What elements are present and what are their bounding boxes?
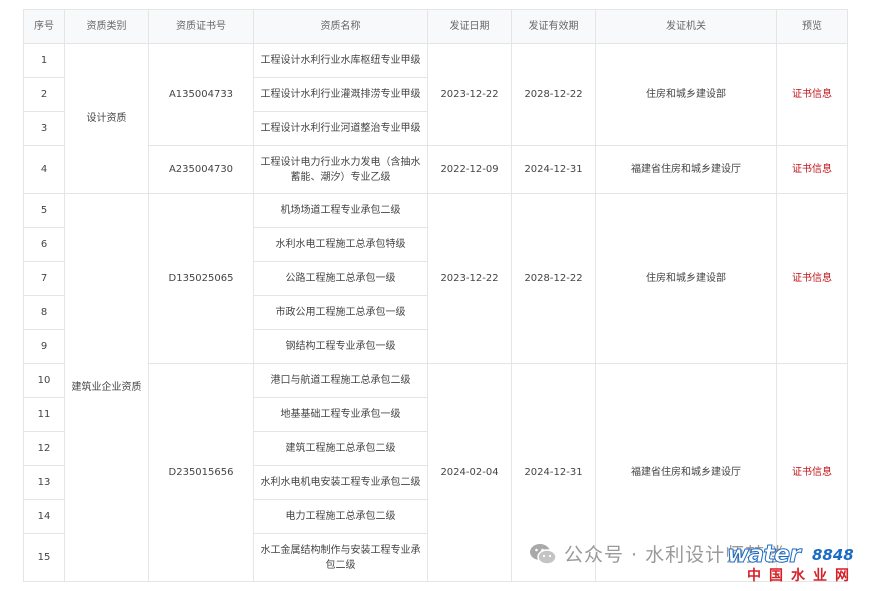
valid-until-cell: 2024-12-31	[511, 145, 596, 194]
header-valid-until: 发证有效期	[511, 9, 596, 44]
header-preview: 预览	[776, 9, 848, 44]
row-index: 10	[23, 363, 65, 398]
preview-cell: 证书信息	[776, 145, 848, 194]
row-index: 9	[23, 329, 65, 364]
row-index: 14	[23, 499, 65, 534]
header-name: 资质名称	[253, 9, 428, 44]
water8848-logo: water 8848 中国水业网	[715, 540, 867, 590]
cert-no-cell: A135004733	[148, 43, 254, 146]
qual-name-cell: 港口与航道工程施工总承包二级	[253, 363, 428, 398]
qual-name-cell: 水工金属结构制作与安装工程专业承包二级	[253, 533, 428, 582]
row-index: 8	[23, 295, 65, 330]
cert-info-link[interactable]: 证书信息	[792, 89, 832, 100]
cert-info-link[interactable]: 证书信息	[792, 273, 832, 284]
qual-name-cell: 工程设计水利行业水库枢纽专业甲级	[253, 43, 428, 78]
qual-name-cell: 水利水电机电安装工程专业承包二级	[253, 465, 428, 500]
table-row: 1 设计资质 A135004733 工程设计水利行业水库枢纽专业甲级 2023-…	[23, 43, 848, 194]
table-row: 5 建筑业企业资质 D135025065 机场场道工程专业承包二级 2023-1…	[23, 193, 848, 582]
row-index: 2	[23, 77, 65, 112]
row-index: 4	[23, 145, 65, 194]
qual-name-cell: 电力工程施工总承包二级	[253, 499, 428, 534]
row-index: 1	[23, 43, 65, 78]
header-authority: 发证机关	[595, 9, 777, 44]
table-header-row: 序号 资质类别 资质证书号 资质名称 发证日期 发证有效期 发证机关 预览	[23, 9, 848, 44]
qual-name-cell: 机场场道工程专业承包二级	[253, 193, 428, 228]
cert-no-cell: D135025065	[148, 193, 254, 364]
wechat-icon	[530, 543, 557, 565]
cert-no-cell: D235015656	[148, 363, 254, 582]
row-index: 6	[23, 227, 65, 262]
logo-number: 8848	[812, 546, 854, 564]
qual-name-cell: 工程设计水利行业灌溉排涝专业甲级	[253, 77, 428, 112]
issue-date-cell: 2023-12-22	[427, 193, 512, 364]
logo-word: water	[727, 540, 802, 569]
row-index: 3	[23, 111, 65, 146]
qual-name-cell: 水利水电工程施工总承包特级	[253, 227, 428, 262]
row-index: 5	[23, 193, 65, 228]
issue-date-cell: 2023-12-22	[427, 43, 512, 146]
valid-until-cell: 2028-12-22	[511, 193, 596, 364]
qual-name-cell: 市政公用工程施工总承包一级	[253, 295, 428, 330]
row-index: 12	[23, 431, 65, 466]
authority-cell: 住房和城乡建设部	[595, 193, 777, 364]
cert-info-link[interactable]: 证书信息	[792, 164, 832, 175]
issue-date-cell: 2022-12-09	[427, 145, 512, 194]
row-index: 11	[23, 397, 65, 432]
authority-cell: 福建省住房和城乡建设厅	[595, 145, 777, 194]
header-index: 序号	[23, 9, 65, 44]
authority-cell: 住房和城乡建设部	[595, 43, 777, 146]
qualification-table: 序号 资质类别 资质证书号 资质名称 发证日期 发证有效期 发证机关 预览 1 …	[23, 9, 848, 582]
qual-name-cell: 钢结构工程专业承包一级	[253, 329, 428, 364]
row-index: 7	[23, 261, 65, 296]
logo-chinese: 中国水业网	[747, 568, 857, 584]
category-cell: 建筑业企业资质	[64, 193, 149, 582]
category-cell: 设计资质	[64, 43, 149, 194]
cert-info-link[interactable]: 证书信息	[792, 467, 832, 478]
issue-date-cell: 2024-02-04	[427, 363, 512, 582]
qual-name-cell: 建筑工程施工总承包二级	[253, 431, 428, 466]
cert-no-cell: A235004730	[148, 145, 254, 194]
valid-until-cell: 2028-12-22	[511, 43, 596, 146]
row-index: 15	[23, 533, 65, 582]
qual-name-cell: 工程设计电力行业水力发电（含抽水蓄能、潮汐）专业乙级	[253, 145, 428, 194]
header-category: 资质类别	[64, 9, 149, 44]
header-issue-date: 发证日期	[427, 9, 512, 44]
header-cert-no: 资质证书号	[148, 9, 254, 44]
qual-name-cell: 地基基础工程专业承包一级	[253, 397, 428, 432]
preview-cell: 证书信息	[776, 193, 848, 364]
row-index: 13	[23, 465, 65, 500]
preview-cell: 证书信息	[776, 43, 848, 146]
qual-name-cell: 工程设计水利行业河道整治专业甲级	[253, 111, 428, 146]
qual-name-cell: 公路工程施工总承包一级	[253, 261, 428, 296]
